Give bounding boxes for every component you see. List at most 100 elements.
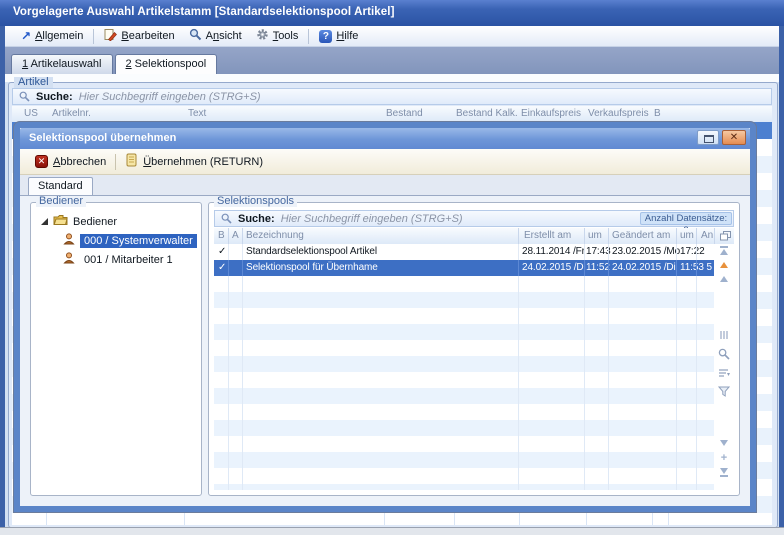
expander-icon[interactable] (41, 218, 48, 225)
menu-ansicht[interactable]: Ansicht (182, 26, 249, 46)
window-frame-left (0, 26, 5, 527)
close-button[interactable] (722, 130, 746, 145)
scroll-up-button[interactable] (714, 262, 734, 268)
pools-col-bezeichnung[interactable]: Bezeichnung (246, 230, 304, 241)
pools-search-placeholder: Hier Suchbegriff eingeben (STRG+S) (281, 213, 463, 225)
window-title: Vorgelagerte Auswahl Artikelstamm [Stand… (13, 6, 395, 18)
row-created-time: 17:43 (586, 246, 611, 257)
row-an: 5 (698, 262, 712, 273)
app-window: Vorgelagerte Auswahl Artikelstamm [Stand… (0, 0, 784, 535)
column-chooser-icon[interactable] (720, 231, 731, 241)
window-titlebar[interactable]: Vorgelagerte Auswahl Artikelstamm [Stand… (0, 0, 784, 27)
pools-col-b[interactable]: B (218, 230, 225, 241)
menu-hilfe[interactable]: Hilfe (312, 28, 365, 45)
menu-ansicht-label: Ansicht (206, 30, 242, 42)
cancel-x-icon (35, 155, 48, 168)
artikel-caption: Artikel (14, 77, 53, 88)
pools-header-row[interactable]: B A Bezeichnung Erstellt am um Geändert … (214, 228, 734, 245)
sort-icon[interactable] (714, 368, 734, 378)
pools-col-a[interactable]: A (232, 230, 239, 241)
scroll-up-page-button[interactable] (714, 276, 734, 282)
tree-root-bediener[interactable]: Bediener (41, 213, 117, 230)
tree-item-systemverwalter[interactable]: 000 / Systemverwalter (63, 232, 197, 249)
artikel-search-label: Suche: (36, 91, 73, 103)
dialog-title: Selektionspool übernehmen (29, 132, 176, 144)
pool-row-standardselektionspool[interactable]: ✓ Standardselektionspool Artikel 28.11.2… (214, 244, 714, 260)
row-created: 24.02.2015 /Di (522, 262, 586, 273)
artikel-col-bestand-kalk[interactable]: Bestand Kalk. (456, 108, 518, 119)
search-icon (19, 91, 30, 102)
row-check: ✓ (218, 262, 226, 273)
pools-col-um1[interactable]: um (588, 230, 602, 241)
toolbar-separator (308, 29, 309, 44)
dialog-toolbar: Abbrechen Übernehmen (RETURN) (20, 149, 750, 175)
dialog-titlebar[interactable]: Selektionspool übernehmen (20, 128, 750, 149)
row-name: Standardselektionspool Artikel (246, 246, 377, 257)
tree-item-mitarbeiter1[interactable]: 001 / Mitarbeiter 1 (63, 251, 177, 268)
pools-col-an[interactable]: An (701, 230, 713, 241)
menu-bearbeiten[interactable]: Bearbeiten (97, 26, 181, 46)
menu-allgemein-label: Allgemein (35, 30, 83, 42)
menu-tools[interactable]: Tools (249, 26, 306, 46)
grip-icon[interactable] (714, 330, 734, 340)
tab-artikelauswahl[interactable]: 1 Artikelauswahl (11, 54, 113, 74)
menu-allgemein[interactable]: ↗ Allgemein (14, 28, 90, 44)
row-changed: 23.02.2015 /Mo (612, 246, 680, 257)
artikel-search-placeholder: Hier Suchbegriff eingeben (STRG+S) (79, 91, 261, 103)
scroll-to-top-button[interactable] (714, 246, 734, 255)
grid-nav-strip (714, 244, 734, 490)
pool-row-uebernahme[interactable]: ✓ Selektionspool für Übernhame 24.02.201… (214, 260, 714, 276)
restore-icon (704, 135, 714, 143)
gear-icon (256, 28, 269, 44)
window-frame-bottom (0, 527, 784, 535)
artikel-col-einkaufspreis[interactable]: Einkaufspreis (521, 108, 581, 119)
user-icon (63, 233, 75, 248)
help-icon (319, 30, 332, 43)
artikel-col-us[interactable]: US (24, 108, 38, 119)
dialog-tabstrip: Standard (20, 175, 750, 196)
artikel-col-b[interactable]: B (654, 108, 661, 119)
magnifier-doc-icon (189, 28, 202, 44)
pools-col-erstellt[interactable]: Erstellt am (524, 230, 571, 241)
pools-col-geaendert[interactable]: Geändert am (612, 230, 670, 241)
bediener-panel: Bediener 000 / Systemverwalter 001 / Mit… (30, 202, 202, 496)
artikel-search-bar[interactable]: Suche: Hier Suchbegriff eingeben (STRG+S… (12, 88, 772, 105)
row-created: 28.11.2014 /Fr (522, 246, 585, 257)
selektionspool-dialog: Selektionspool übernehmen Abbrechen Über… (14, 122, 756, 512)
artikel-col-verkaufspreis[interactable]: Verkaufspreis (588, 108, 649, 119)
tab-selektionspool[interactable]: 2 Selektionspool (115, 54, 218, 74)
scroll-icon (125, 153, 138, 170)
search-icon (221, 213, 232, 224)
scroll-to-bottom-button[interactable] (714, 468, 734, 477)
edit-icon (104, 28, 117, 44)
artikel-col-bestand[interactable]: Bestand (386, 108, 423, 119)
tab-standard[interactable]: Standard (28, 177, 93, 195)
abbrechen-label: Abbrechen (53, 156, 106, 168)
main-toolbar: ↗ Allgemein Bearbeiten Ansicht Tools Hil… (5, 26, 779, 47)
artikel-col-text[interactable]: Text (188, 108, 206, 119)
abbrechen-button[interactable]: Abbrechen (28, 153, 113, 170)
menu-tools-label: Tools (273, 30, 299, 42)
restore-button[interactable] (697, 130, 719, 145)
record-count-badge: Anzahl Datensätze: 2 (640, 212, 732, 225)
arrow-up-right-icon: ↗ (21, 31, 31, 41)
uebernehmen-button[interactable]: Übernehmen (RETURN) (118, 151, 270, 172)
grid-search-icon[interactable] (714, 348, 734, 360)
uebernehmen-label: Übernehmen (RETURN) (143, 156, 263, 168)
add-record-button[interactable] (714, 454, 734, 463)
tree-item-label: 000 / Systemverwalter (80, 234, 197, 248)
toolbar-separator (93, 29, 94, 44)
toolbar-separator (115, 154, 116, 170)
artikel-col-artikelnr[interactable]: Artikelnr. (52, 108, 91, 119)
pools-caption: Selektionspools (214, 196, 297, 207)
artikel-header-row[interactable]: US Artikelnr. Text Bestand Bestand Kalk.… (12, 106, 772, 123)
pools-col-um2[interactable]: um (680, 230, 694, 241)
user-icon (63, 252, 75, 267)
main-tabstrip: 1 Artikelauswahl 2 Selektionspool (5, 47, 779, 74)
row-created-time: 11:52 (586, 262, 610, 273)
tab-content-top (5, 74, 779, 82)
filter-icon[interactable] (714, 386, 734, 397)
scroll-down-page-button[interactable] (714, 440, 734, 446)
row-changed: 24.02.2015 /Di (612, 262, 676, 273)
pools-search-label: Suche: (238, 213, 275, 225)
